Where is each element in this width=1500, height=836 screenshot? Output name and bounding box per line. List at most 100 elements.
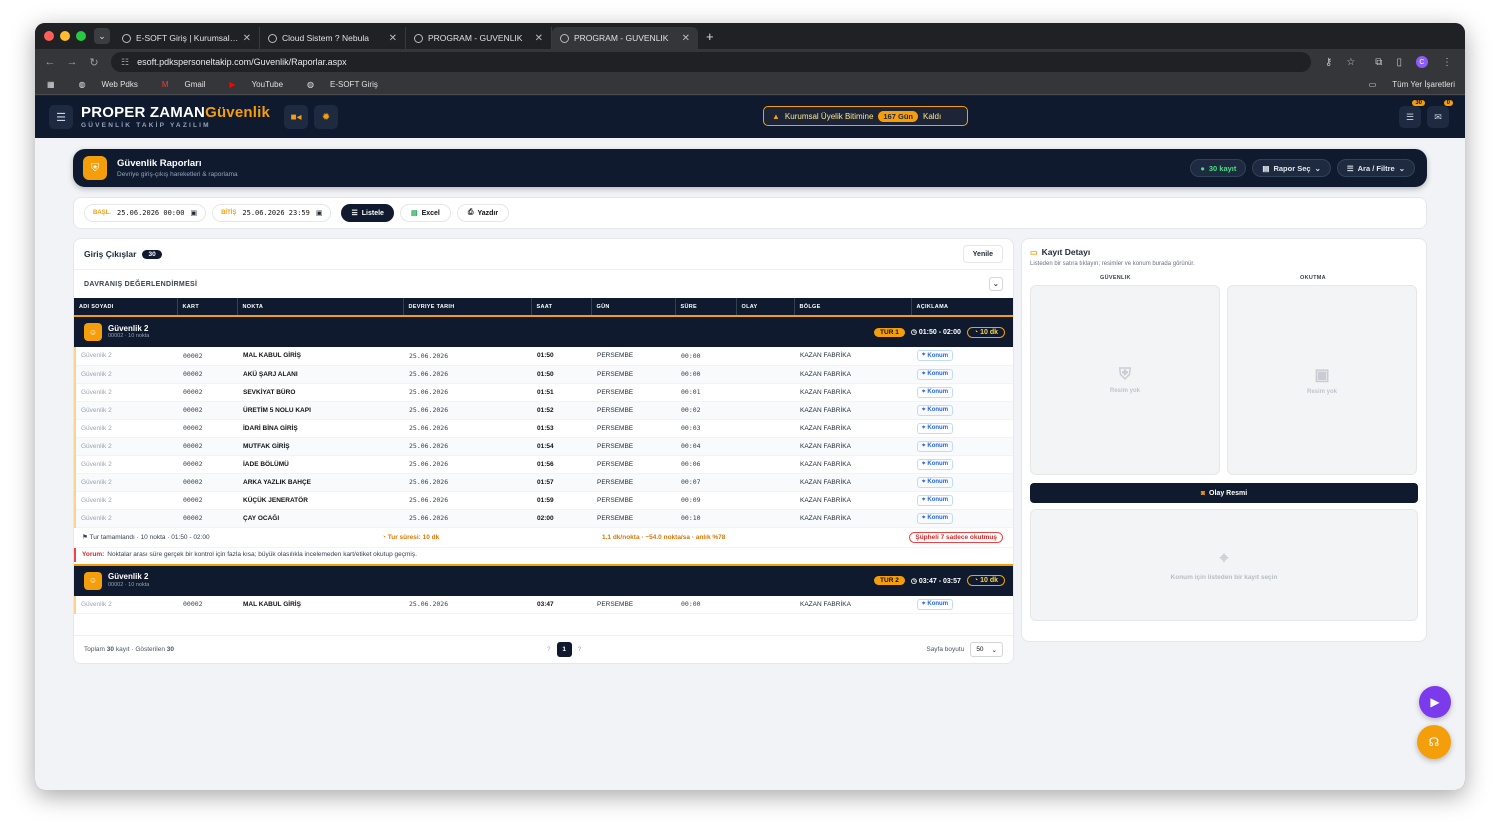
browser-tab-3[interactable]: PROGRAM - GUVENLIK ✕ <box>406 27 552 49</box>
sidepanel-icon[interactable]: ▯ <box>1396 57 1402 68</box>
maximize-window-button[interactable] <box>76 31 86 41</box>
column-header[interactable]: SÜRE <box>675 298 737 315</box>
read-image-box[interactable]: ▣ Resim yok <box>1227 285 1417 475</box>
table-row[interactable]: Güvenlik 2 00002 MAL KABUL GİRİŞ 25.06.2026… <box>74 595 1013 614</box>
map-pin-icon: ⌖ <box>922 460 926 467</box>
tasks-button[interactable]: ☰ 30 <box>1399 100 1425 128</box>
location-button[interactable]: ⌖ Konum <box>917 458 954 470</box>
table-row[interactable]: Güvenlik 2 00002 SEVKİYAT BÜRO 25.06.2026 01… <box>74 383 1013 402</box>
menu-dots-icon[interactable]: ⋮ <box>1442 57 1452 68</box>
table-row[interactable]: Güvenlik 2 00002 MAL KABUL GİRİŞ 25.06.2026… <box>74 347 1013 366</box>
play-fab-button[interactable]: ▶ <box>1419 686 1451 718</box>
apps-grid-icon[interactable]: ▦ <box>47 80 55 89</box>
extensions-icon[interactable]: ⧉ <box>1375 57 1382 68</box>
column-header[interactable]: NOKTA <box>237 298 404 315</box>
report-select-button[interactable]: ▤ Rapor Seç ⌄ <box>1252 159 1331 177</box>
table-row[interactable]: Güvenlik 2 00002 KÜÇÜK JENERATÖR 25.06.2026… <box>74 491 1013 510</box>
browser-tab-2[interactable]: Cloud Sistem ? Nebula ✕ <box>260 27 406 49</box>
column-header[interactable]: KART <box>177 298 238 315</box>
location-button[interactable]: ⌖ Konum <box>917 512 954 524</box>
print-button[interactable]: ⎙ Yazdır <box>456 204 510 222</box>
location-button[interactable]: ⌖ Konum <box>917 368 954 380</box>
table-row[interactable]: Güvenlik 2 00002 ÜRETİM 5 NOLU KAPI 25.06.2… <box>74 401 1013 420</box>
table-row[interactable]: Güvenlik 2 00002 MUTFAK GİRİŞ 25.06.2026 01:… <box>74 437 1013 456</box>
behavior-eval-header[interactable]: DAVRANIŞ DEĞERLENDİRMESİ ⌄ <box>74 269 1013 298</box>
mail-button[interactable]: ✉ 0 <box>1427 100 1453 128</box>
guard-image-box[interactable]: ⛨ Resim yok <box>1030 285 1220 475</box>
column-header[interactable]: SAAT <box>531 298 592 315</box>
next-page-button[interactable]: ? <box>578 646 582 653</box>
back-icon[interactable]: ← <box>39 56 61 68</box>
duration-cell: 00:06 <box>676 455 737 474</box>
profile-avatar[interactable]: C <box>1415 56 1428 69</box>
all-bookmarks[interactable]: ▭ Tüm Yer İşaretleri <box>1357 80 1455 89</box>
start-date-field[interactable]: BAŞL. 25.06.2026 00:00 ▣ <box>84 204 207 222</box>
column-header[interactable]: AÇIKLAMA <box>911 298 1013 315</box>
patrol-group-header[interactable]: ☺ Güvenlik 2 00002 · 10 nokta TUR 2 ◷ 03:… <box>74 563 1013 596</box>
minimize-window-button[interactable] <box>60 31 70 41</box>
column-header[interactable]: ADI SOYADI <box>74 298 178 315</box>
location-button[interactable]: ⌖ Konum <box>917 422 954 434</box>
browser-window: ⌄ E-SOFT Giriş | Kurumsal Platform ✕ Clou… <box>35 23 1465 790</box>
calendar-icon[interactable]: ▣ <box>190 209 197 217</box>
region-cell: KAZAN FABRİKA <box>795 491 912 510</box>
close-tab-icon[interactable]: ✕ <box>243 33 251 44</box>
settings-button[interactable]: ✹ <box>314 105 339 129</box>
location-button[interactable]: ⌖ Konum <box>917 598 954 610</box>
location-button[interactable]: ⌖ Konum <box>917 476 954 488</box>
location-button[interactable]: ⌖ Konum <box>917 440 954 452</box>
new-tab-icon[interactable]: + <box>706 29 714 44</box>
browser-tab-1[interactable]: E-SOFT Giriş | Kurumsal Platform ✕ <box>114 27 260 49</box>
location-button[interactable]: ⌖ Konum <box>917 404 954 416</box>
table-row[interactable]: Güvenlik 2 00002 ARKA YAZLIK BAHÇE 25.06.20… <box>74 473 1013 492</box>
bookmark-esoft[interactable]: ◍ E-SOFT Giriş <box>295 80 378 89</box>
event-image-button[interactable]: ◙ Olay Resmi <box>1030 483 1418 503</box>
region-cell: KAZAN FABRİKA <box>795 455 912 474</box>
column-header[interactable]: OLAY <box>736 298 795 315</box>
location-button[interactable]: ⌖ Konum <box>917 494 954 506</box>
url-field[interactable]: ☷ esoft.pdkspersoneltakip.com/Guvenlik/Ra… <box>111 52 1311 72</box>
patrol-group-header[interactable]: ☺ Güvenlik 2 00002 · 10 nokta TUR 1 ◷ 01:… <box>74 315 1013 347</box>
brand-logo[interactable]: PROPER ZAMANGüvenlik GÜVENLİK TAKİP YAZI… <box>81 105 270 130</box>
location-button[interactable]: ⌖ Konum <box>917 350 954 362</box>
region-cell: KAZAN FABRİKA <box>795 473 912 492</box>
close-tab-icon[interactable]: ✕ <box>535 33 543 44</box>
close-tab-icon[interactable]: ✕ <box>389 33 397 44</box>
camera-button[interactable]: ■◂ <box>284 105 309 129</box>
tab-search-icon[interactable]: ⌄ <box>94 28 110 44</box>
list-button[interactable]: ☰ Listele <box>341 204 394 222</box>
bookmark-youtube[interactable]: ▶ YouTube <box>217 80 283 89</box>
end-label: BİTİŞ <box>221 210 237 216</box>
bookmark-gmail[interactable]: M Gmail <box>150 80 206 89</box>
forward-icon[interactable]: → <box>61 56 83 68</box>
current-page-button[interactable]: 1 <box>556 642 572 657</box>
password-key-icon[interactable]: ⚷ <box>1325 57 1332 68</box>
table-row[interactable]: Güvenlik 2 00002 İADE BÖLÜMÜ 25.06.2026 01:5… <box>74 455 1013 474</box>
hamburger-menu-icon[interactable]: ☰ <box>49 105 73 129</box>
browser-tab-4[interactable]: PROGRAM - GUVENLIK ✕ <box>552 27 698 49</box>
column-header[interactable]: DEVRIYE TARIH <box>403 298 532 315</box>
support-fab-button[interactable]: ☊ <box>1417 725 1451 759</box>
bookmark-star-icon[interactable]: ☆ <box>1346 57 1355 68</box>
reload-icon[interactable]: ↻ <box>83 56 105 69</box>
search-filter-button[interactable]: ☰ Ara / Filtre ⌄ <box>1336 159 1415 177</box>
location-map-box[interactable]: ⌖ Konum için listeden bir kayıt seçin <box>1030 509 1418 621</box>
table-row[interactable]: Güvenlik 2 00002 AKÜ ŞARJ ALANI 25.06.2026 0… <box>74 365 1013 384</box>
chevron-down-icon[interactable]: ⌄ <box>989 277 1003 291</box>
excel-button[interactable]: ▤ Excel <box>399 204 451 222</box>
page-size-select[interactable]: 50 ⌄ <box>970 642 1003 657</box>
location-button[interactable]: ⌖ Konum <box>917 386 954 398</box>
table-row[interactable]: Güvenlik 2 00002 ÇAY OCAĞI 25.06.2026 02:00 P… <box>74 509 1013 528</box>
close-tab-icon[interactable]: ✕ <box>682 33 690 44</box>
refresh-button[interactable]: Yenile <box>962 245 1003 263</box>
site-info-icon[interactable]: ☷ <box>121 57 129 68</box>
bookmark-web-pdks[interactable]: ◍ Web Pdks <box>67 80 138 89</box>
calendar-icon[interactable]: ▣ <box>316 209 323 217</box>
close-window-button[interactable] <box>44 31 54 41</box>
prev-page-button[interactable]: ? <box>547 646 551 653</box>
column-header[interactable]: BÖLGE <box>794 298 912 315</box>
tab-title: E-SOFT Giriş | Kurumsal Platform <box>136 33 239 43</box>
end-date-field[interactable]: BİTİŞ 25.06.2026 23:59 ▣ <box>212 204 332 222</box>
column-header[interactable]: GÜN <box>591 298 676 315</box>
table-row[interactable]: Güvenlik 2 00002 İDARİ BİNA GİRİŞ 25.06.202… <box>74 419 1013 438</box>
